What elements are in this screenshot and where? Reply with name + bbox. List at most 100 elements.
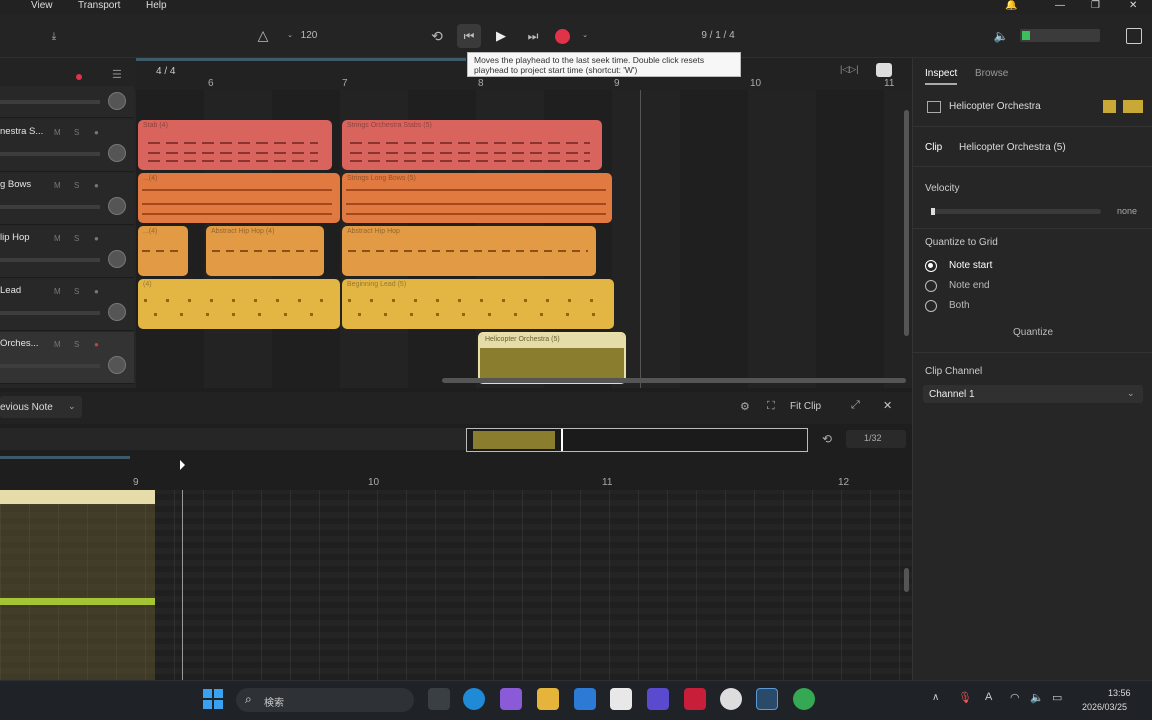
file-explorer-icon[interactable] (537, 688, 559, 710)
return-to-start-button[interactable]: ⏮ (457, 24, 481, 48)
notification-icon[interactable]: 🔔 (1005, 0, 1017, 11)
track-header[interactable]: nestra S... M S ● (0, 120, 134, 172)
start-icon[interactable] (203, 689, 223, 709)
clock-time[interactable]: 13:56 (1108, 688, 1131, 698)
clock-date[interactable]: 2026/03/25 (1082, 702, 1127, 712)
store-icon[interactable] (610, 688, 632, 710)
edge-icon[interactable] (463, 688, 485, 710)
pan-knob[interactable] (108, 197, 126, 215)
volume-fader[interactable] (0, 100, 100, 104)
tempo-display[interactable]: 120 (298, 28, 320, 42)
overview-window[interactable] (466, 428, 808, 452)
search-box[interactable]: ⌕ 検索 (236, 688, 414, 712)
track-header[interactable]: Lead M S ● (0, 279, 134, 331)
clip[interactable]: ...(4) (138, 226, 188, 276)
velocity-slider[interactable] (931, 208, 1101, 215)
tray-chevron-icon[interactable]: ∧ (932, 692, 939, 703)
solo-icon[interactable]: S (74, 181, 79, 190)
mute-icon[interactable]: M (54, 340, 61, 349)
channel-select[interactable]: Channel 1 ⌄ (923, 385, 1143, 403)
menu-view[interactable]: View (31, 0, 53, 11)
record-button[interactable] (555, 29, 570, 44)
close-editor-icon[interactable]: ✕ (883, 399, 892, 412)
playhead-icon[interactable] (180, 460, 185, 470)
panel-toggle-icon[interactable] (1126, 28, 1142, 44)
active-app-icon[interactable] (756, 688, 778, 710)
mute-icon[interactable]: M (54, 128, 61, 137)
browser-icon[interactable] (720, 688, 742, 710)
metronome-icon[interactable]: △ (254, 26, 272, 44)
pan-knob[interactable] (108, 92, 126, 110)
volume-fader[interactable] (0, 364, 100, 368)
mute-icon[interactable]: M (54, 181, 61, 190)
vertical-scrollbar[interactable] (904, 110, 909, 336)
copilot-icon[interactable] (500, 688, 522, 710)
chevron-down-icon[interactable]: ⌄ (286, 28, 294, 42)
volume-fader[interactable] (0, 205, 100, 209)
clip[interactable]: (4) (138, 279, 340, 329)
radio-note-end[interactable] (925, 280, 937, 292)
clip[interactable]: Abstract Hip Hop (4) (206, 226, 324, 276)
arrangement-view[interactable]: 4 / 4 6 7 8 9 10 11 |◁▷| Stab (4) String… (136, 58, 912, 388)
mail-icon[interactable] (574, 688, 596, 710)
track-header[interactable]: g Bows M S ● (0, 173, 134, 225)
volume-tray-icon[interactable]: 🔈 (1030, 691, 1044, 704)
grid-select[interactable]: 1/32 (846, 430, 906, 448)
volume-fader[interactable] (0, 258, 100, 262)
instrument-icon[interactable] (1123, 100, 1143, 113)
mute-icon[interactable]: M (54, 234, 61, 243)
quantize-button[interactable]: Quantize (1013, 327, 1053, 338)
record-icon[interactable]: ● (94, 234, 99, 243)
loop-icon[interactable]: ⟲ (822, 432, 832, 446)
restore-icon[interactable]: ❐ (1091, 0, 1100, 11)
clip[interactable]: Abstract Hip Hop (342, 226, 596, 276)
pan-knob[interactable] (108, 144, 126, 162)
solo-icon[interactable]: S (74, 340, 79, 349)
radio-both[interactable] (925, 300, 937, 312)
battery-icon[interactable]: ▭ (1052, 691, 1062, 704)
track-color-swatch[interactable] (1103, 100, 1116, 113)
app-icon[interactable] (684, 688, 706, 710)
pan-knob[interactable] (108, 356, 126, 374)
minimize-icon[interactable]: — (1055, 0, 1065, 11)
volume-fader[interactable] (0, 311, 100, 315)
skip-end-button[interactable]: ⏭ (523, 26, 543, 46)
volume-fader[interactable] (0, 152, 100, 156)
close-window-icon[interactable]: ✕ (1129, 0, 1137, 11)
fit-clip-icon[interactable]: ⛶ (767, 400, 775, 413)
record-icon[interactable]: ● (94, 287, 99, 296)
clip-header[interactable] (0, 490, 155, 504)
previous-note-select[interactable]: evious Note ⌄ (0, 396, 82, 418)
record-icon[interactable]: ● (94, 181, 99, 190)
ime-icon[interactable]: A (985, 691, 992, 703)
solo-icon[interactable]: S (74, 128, 79, 137)
record-icon[interactable]: ● (94, 128, 99, 137)
settings-icon[interactable]: ⚙ (740, 400, 750, 413)
track-header[interactable] (0, 86, 134, 118)
play-button[interactable]: ▶ (491, 26, 511, 46)
solo-icon[interactable]: S (74, 234, 79, 243)
clip-overview[interactable]: ⟲ 1/32 (0, 426, 912, 456)
clip[interactable]: Beginning Lead (5) (342, 279, 614, 329)
solo-icon[interactable]: S (74, 287, 79, 296)
mute-icon[interactable]: M (54, 287, 61, 296)
horizontal-scrollbar[interactable] (442, 378, 906, 383)
note[interactable] (0, 598, 155, 605)
volume-icon[interactable]: 🔈 (992, 27, 1010, 45)
pan-knob[interactable] (108, 303, 126, 321)
zoom-fit-icon[interactable]: |◁▷| (840, 64, 859, 75)
fit-clip-button[interactable]: Fit Clip (790, 401, 821, 412)
chrome-icon[interactable] (793, 688, 815, 710)
editor-ruler[interactable]: 9 10 11 12 (0, 456, 912, 490)
mic-icon[interactable]: 🎙 (958, 691, 972, 704)
clip[interactable]: Strings Orchestra Stabs (5) (342, 120, 602, 170)
track-header-selected[interactable]: Orches... M S ● (0, 332, 134, 384)
vertical-scrollbar[interactable] (904, 568, 909, 592)
tab-inspect[interactable]: Inspect (925, 68, 958, 85)
expand-icon[interactable]: ⤢ (851, 399, 860, 412)
record-options-icon[interactable]: ⌄ (580, 29, 590, 41)
download-icon[interactable]: ⤓ (46, 28, 62, 44)
radio-note-start[interactable] (925, 260, 937, 272)
app-icon[interactable] (647, 688, 669, 710)
menu-help[interactable]: Help (146, 0, 167, 11)
